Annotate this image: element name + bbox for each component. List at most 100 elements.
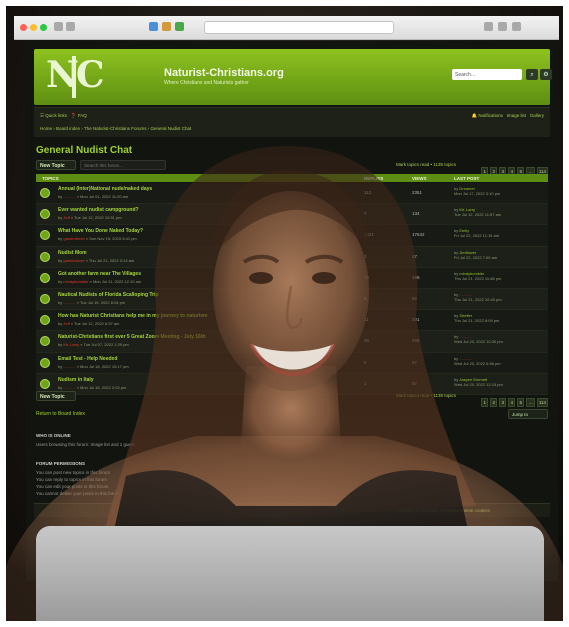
topic-author: ........... bbox=[63, 299, 76, 305]
address-bar bbox=[204, 21, 394, 34]
view-count: 201 bbox=[412, 317, 420, 323]
col-last-post: LAST POST bbox=[454, 175, 480, 181]
site-title: Naturist-Christians.org bbox=[164, 67, 284, 79]
topic-row: Nudist Mom by gardenlover » Thu Jul 21, 2… bbox=[36, 246, 548, 268]
new-topic-button: New Topic bbox=[36, 160, 76, 170]
topic-row: What Have You Done Naked Today? by garden… bbox=[36, 225, 548, 247]
last-post-date: Wed Jul 20, 2022 12:15 pm bbox=[454, 381, 503, 387]
topic-meta: by ........... » Mon Jul 18, 2022 2:03 p… bbox=[58, 385, 126, 390]
last-post-date: Tue Jul 12, 2022 11:57 am bbox=[454, 212, 502, 218]
topic-author: Jeff bbox=[63, 215, 70, 221]
reply-count: 112 bbox=[364, 190, 372, 195]
bottom-toolbar: New Topic Mark topics read • 1135 topics… bbox=[36, 391, 548, 407]
topic-author: ........... bbox=[63, 384, 76, 390]
username-label: Image list bbox=[506, 113, 526, 118]
last-post: by Jimflower Fri Jul 22, 2022 7:00 am bbox=[454, 250, 497, 260]
last-post: by Sheffer Thu Jul 21, 2022 8:09 pm bbox=[454, 313, 499, 323]
quick-links-label: Quick links bbox=[45, 113, 68, 118]
jump-to: Jump to bbox=[508, 409, 548, 419]
topic-row: Annual (Inter)National nude/naked days by… bbox=[36, 183, 548, 205]
topic-title: Nautical Nudists of Florida Scalloping T… bbox=[58, 291, 159, 298]
logo-cross bbox=[72, 56, 76, 98]
topic-status-icon bbox=[40, 293, 50, 304]
new-topic-button: New Topic bbox=[36, 391, 76, 401]
topic-title: Naturist-Christians first ever 5 Great Z… bbox=[58, 334, 206, 341]
last-post-date: Wed Jul 20, 2022 10:30 pm bbox=[454, 339, 503, 345]
topic-author: gardenfresh bbox=[63, 236, 85, 242]
page-footer: Contact us The team Members Delete cooki… bbox=[34, 503, 550, 517]
photo-frame: NC Naturist-Christians.org Where Christi… bbox=[0, 0, 569, 627]
topic-list: Annual (Inter)National nude/naked days by… bbox=[36, 183, 548, 395]
forum-search: Search this forum… bbox=[80, 160, 166, 170]
permission-line: You can post new topics in this forum bbox=[36, 470, 111, 475]
topic-meta: by ........... » Tue Jul 19, 2022 8:04 p… bbox=[58, 300, 125, 305]
topic-author: Jeff bbox=[63, 321, 70, 327]
by-label: by bbox=[58, 236, 63, 242]
topic-date: » Sun Nov 15, 2015 6:41 pm bbox=[85, 236, 137, 242]
topic-date: » Tue Jul 12, 2022 10:51 pm bbox=[70, 215, 122, 221]
breadcrumb: Home › Board index › The Naturist-Christ… bbox=[40, 126, 192, 131]
topic-author: gardenlover bbox=[63, 257, 85, 263]
settings-icon: ⚙ bbox=[540, 69, 552, 80]
view-count: 82 bbox=[412, 295, 418, 301]
topic-meta: by Jeff » Tue Jul 12, 2022 10:51 pm bbox=[58, 215, 122, 220]
permission-line: You cannot delete your posts in this for… bbox=[36, 491, 120, 496]
topic-status-icon bbox=[40, 378, 50, 389]
maximize-window-icon bbox=[40, 24, 47, 31]
by-label: by bbox=[58, 384, 63, 390]
last-post: by mindybumbler Thu Jul 21, 2022 11:48 pm bbox=[454, 271, 501, 281]
mark-read-link: Mark topics read • 1135 topics bbox=[395, 393, 456, 398]
last-post: by Jaspen Emmett Wed Jul 20, 2022 12:15 p… bbox=[454, 377, 503, 387]
last-post: by ........... Wed Jul 20, 2022 10:30 pm bbox=[454, 334, 503, 344]
by-label: by bbox=[58, 363, 63, 369]
topic-status-icon bbox=[40, 188, 50, 198]
top-toolbar: New Topic Search this forum… Mark topics… bbox=[36, 160, 548, 176]
new-tab-icon bbox=[498, 22, 507, 31]
by-label: by bbox=[58, 257, 63, 263]
topic-meta: by ........... » Mon Jul 18, 2022 10:17 … bbox=[58, 364, 129, 369]
page-link: 5 bbox=[517, 398, 525, 407]
topic-meta: by ........... » Mon Jul 01, 2022 11:20 … bbox=[58, 194, 128, 199]
user-links: 🔔 Notifications Image list Gallery bbox=[472, 113, 544, 119]
view-count: 67 bbox=[412, 253, 418, 259]
topic-meta: by mindybumbler » Mon Jul 11, 2022 12:10… bbox=[58, 279, 141, 284]
topic-status-icon bbox=[40, 315, 50, 326]
permission-line: You can edit your posts in this forum bbox=[36, 484, 109, 489]
page-ellipsis: … bbox=[526, 398, 535, 407]
reply-count: 26 bbox=[364, 338, 370, 344]
topic-title: Got another farm near The Villages bbox=[58, 270, 141, 277]
topic-title: Ever wanted nudist campground? bbox=[58, 207, 139, 214]
site-header: NC Naturist-Christians.org Where Christi… bbox=[34, 49, 552, 105]
browser-toolbar bbox=[14, 16, 559, 40]
close-window-icon bbox=[20, 24, 27, 31]
last-post-date: Thu Jul 21, 2022 11:48 pm bbox=[454, 275, 502, 281]
topic-date: » Tue Jul 12, 2022 6:37 am bbox=[70, 321, 120, 327]
last-post: by Mr. Larry Tue Jul 12, 2022 11:57 am bbox=[454, 207, 501, 217]
topic-author: ........... bbox=[63, 194, 76, 199]
col-views: VIEWS bbox=[412, 175, 427, 181]
topic-meta: by gardenfresh » Sun Nov 15, 2015 6:41 p… bbox=[58, 236, 137, 241]
topic-row: Ever wanted nudist campground? by Jeff » … bbox=[36, 204, 548, 226]
topic-title: Annual (Inter)National nude/naked days bbox=[58, 186, 153, 192]
reply-count: 6 bbox=[364, 295, 367, 301]
back-icon bbox=[54, 22, 63, 31]
topic-row: How has Naturist Christians help me in m… bbox=[36, 310, 548, 332]
photograph: NC Naturist-Christians.org Where Christi… bbox=[6, 6, 563, 621]
reply-count: 1421 bbox=[364, 232, 375, 238]
topic-title: Nudism in Italy bbox=[58, 376, 94, 383]
pagination: 1 2 3 4 5… 114 bbox=[479, 391, 548, 409]
reply-count: 7 bbox=[364, 211, 367, 217]
reply-count: 3 bbox=[364, 253, 367, 259]
page-link: 3 bbox=[499, 398, 507, 407]
permissions-heading: FORUM PERMISSIONS bbox=[36, 461, 86, 466]
last-post-date: Wed Jul 20, 2022 6:56 pm bbox=[454, 360, 501, 366]
last-post-date: Fri Jul 22, 2022 11:15 am bbox=[454, 233, 500, 239]
return-link: Return to Board Index bbox=[36, 411, 85, 417]
minimize-window-icon bbox=[30, 24, 37, 31]
topics-header: TOPICS REPLIES VIEWS LAST POST bbox=[36, 174, 548, 182]
by-label: by bbox=[58, 321, 63, 327]
gallery-label: Gallery bbox=[529, 113, 544, 118]
topic-author: Mr. Larry bbox=[63, 342, 80, 348]
tab-icon bbox=[175, 22, 184, 31]
topic-author: mindybumbler bbox=[63, 278, 89, 284]
